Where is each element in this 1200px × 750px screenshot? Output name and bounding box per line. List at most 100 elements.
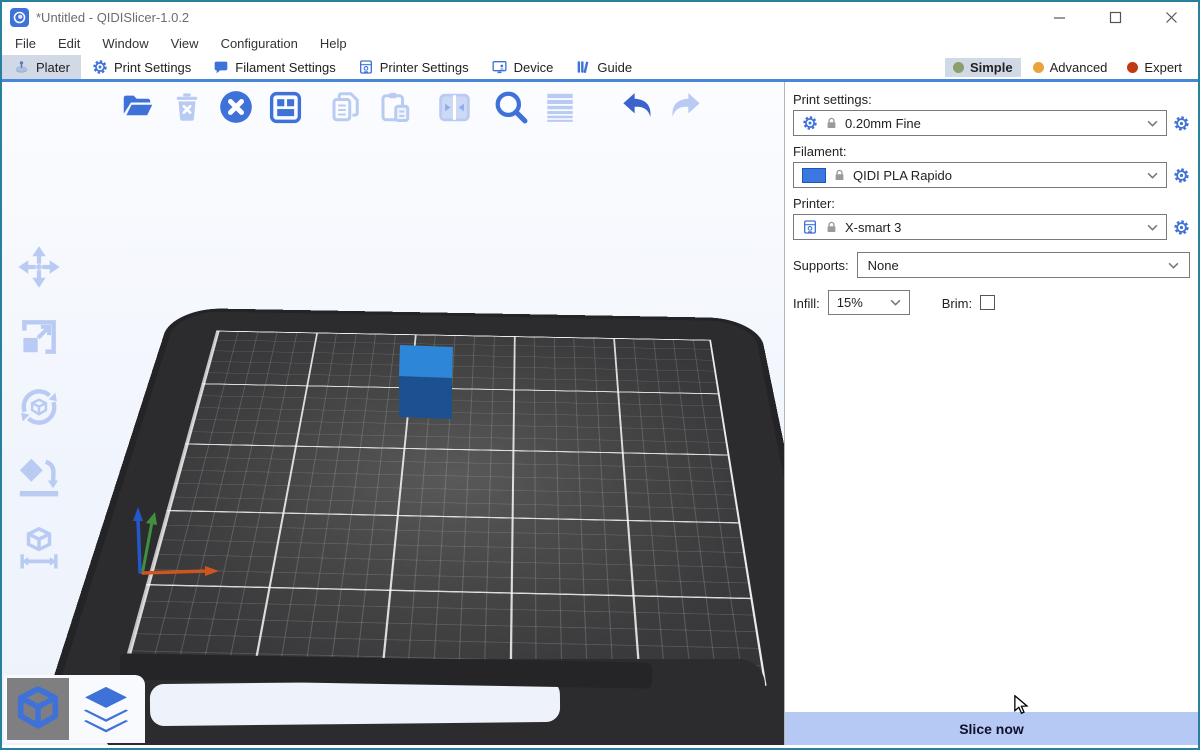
preview-view-icon[interactable]: [75, 678, 137, 740]
app-logo-icon: [10, 8, 29, 27]
title-bar: *Untitled - QIDISlicer-1.0.2: [2, 2, 1198, 32]
mode-label: Expert: [1144, 60, 1182, 75]
print-settings-value: 0.20mm Fine: [845, 116, 1140, 131]
gear-icon: [92, 59, 108, 75]
printer-combo[interactable]: X-smart 3: [793, 214, 1167, 240]
print-bed-grid[interactable]: [122, 331, 766, 686]
print-settings-label: Print settings:: [793, 92, 1190, 107]
minimize-icon[interactable]: [1052, 10, 1066, 24]
print-settings-combo[interactable]: 0.20mm Fine: [793, 110, 1167, 136]
tab-label: Device: [514, 60, 554, 75]
delete-all-icon[interactable]: [216, 87, 256, 127]
menu-window[interactable]: Window: [91, 34, 159, 53]
gizmo-toolbar: [10, 240, 68, 574]
tab-printer-settings[interactable]: Printer Settings: [347, 55, 480, 79]
plater-icon: [13, 59, 30, 76]
lock-icon: [825, 220, 838, 234]
guide-icon: [575, 59, 591, 75]
mode-simple[interactable]: Simple: [945, 58, 1021, 77]
brim-checkbox[interactable]: [980, 295, 995, 310]
menu-file[interactable]: File: [4, 34, 47, 53]
tab-label: Plater: [36, 60, 70, 75]
filament-icon: [213, 59, 229, 75]
scale-icon[interactable]: [10, 310, 68, 364]
menu-configuration[interactable]: Configuration: [210, 34, 309, 53]
top-toolbar: [118, 87, 706, 127]
mode-selector: Simple Advanced Expert: [945, 55, 1198, 79]
slice-now-label: Slice now: [959, 721, 1024, 737]
menu-help[interactable]: Help: [309, 34, 358, 53]
view-toggle-bar: [4, 675, 145, 743]
search-icon[interactable]: [491, 87, 531, 127]
chevron-down-icon: [1147, 120, 1158, 127]
copy-icon[interactable]: [326, 87, 366, 127]
maximize-icon[interactable]: [1108, 10, 1122, 24]
simple-dot-icon: [953, 62, 964, 73]
filament-value: QIDI PLA Rapido: [853, 168, 1140, 183]
filament-combo[interactable]: QIDI PLA Rapido: [793, 162, 1167, 188]
tab-label: Print Settings: [114, 60, 191, 75]
chevron-down-icon: [890, 299, 901, 306]
app-window: *Untitled - QIDISlicer-1.0.2 File Edit W…: [0, 0, 1200, 750]
chevron-down-icon: [1147, 224, 1158, 231]
supports-combo[interactable]: None: [857, 252, 1190, 278]
mode-label: Simple: [970, 60, 1013, 75]
printer-gear-button[interactable]: [1172, 218, 1190, 236]
filament-label: Filament:: [793, 144, 1190, 159]
open-folder-icon[interactable]: [118, 87, 158, 127]
tab-label: Guide: [597, 60, 632, 75]
printer-label: Printer:: [793, 196, 1190, 211]
measure-icon[interactable]: [10, 520, 68, 574]
rotate-icon[interactable]: [10, 380, 68, 434]
supports-label: Supports:: [793, 258, 849, 273]
redo-icon[interactable]: [666, 87, 706, 127]
lock-icon: [825, 116, 838, 130]
tab-label: Filament Settings: [235, 60, 335, 75]
filament-color-swatch: [802, 168, 826, 183]
infill-label: Infill:: [793, 296, 820, 311]
printer-icon: [802, 219, 818, 235]
advanced-dot-icon: [1033, 62, 1044, 73]
infill-value: 15%: [837, 295, 890, 310]
print-settings-gear-button[interactable]: [1172, 114, 1190, 132]
menu-view[interactable]: View: [160, 34, 210, 53]
place-on-face-icon[interactable]: [10, 450, 68, 504]
mode-advanced[interactable]: Advanced: [1025, 58, 1116, 77]
tab-plater[interactable]: Plater: [2, 55, 81, 79]
bed-handle-cutout: [150, 680, 560, 726]
tab-bar: Plater Print Settings Filament Settings …: [2, 55, 1198, 82]
chevron-down-icon: [1147, 172, 1158, 179]
window-title: *Untitled - QIDISlicer-1.0.2: [36, 10, 1052, 25]
split-icon[interactable]: [434, 87, 474, 127]
menu-edit[interactable]: Edit: [47, 34, 91, 53]
bed-scene: [2, 82, 784, 745]
delete-icon[interactable]: [167, 87, 207, 127]
filament-gear-button[interactable]: [1172, 166, 1190, 184]
printer-value: X-smart 3: [845, 220, 1140, 235]
supports-value: None: [868, 258, 1168, 273]
tab-print-settings[interactable]: Print Settings: [81, 55, 202, 79]
tab-label: Printer Settings: [380, 60, 469, 75]
infill-combo[interactable]: 15%: [828, 290, 910, 315]
slice-now-button[interactable]: Slice now: [785, 712, 1198, 745]
undo-icon[interactable]: [617, 87, 657, 127]
editor-view-icon[interactable]: [7, 678, 69, 740]
brim-label: Brim:: [942, 296, 972, 311]
expert-dot-icon: [1127, 62, 1138, 73]
mode-label: Advanced: [1050, 60, 1108, 75]
settings-panel: Print settings: 0.20mm Fine Filament: QI…: [784, 82, 1198, 745]
viewport-3d[interactable]: [2, 82, 784, 745]
printer-icon: [358, 59, 374, 75]
paste-icon[interactable]: [375, 87, 415, 127]
tab-device[interactable]: Device: [480, 55, 565, 79]
menu-bar: File Edit Window View Configuration Help: [2, 32, 1198, 55]
move-icon[interactable]: [10, 240, 68, 294]
arrange-icon[interactable]: [265, 87, 305, 127]
tab-filament-settings[interactable]: Filament Settings: [202, 55, 346, 79]
close-icon[interactable]: [1164, 10, 1178, 24]
mode-expert[interactable]: Expert: [1119, 58, 1190, 77]
tab-guide[interactable]: Guide: [564, 55, 643, 79]
chevron-down-icon: [1168, 262, 1179, 269]
layer-height-icon[interactable]: [540, 87, 580, 127]
gear-icon: [802, 115, 818, 131]
